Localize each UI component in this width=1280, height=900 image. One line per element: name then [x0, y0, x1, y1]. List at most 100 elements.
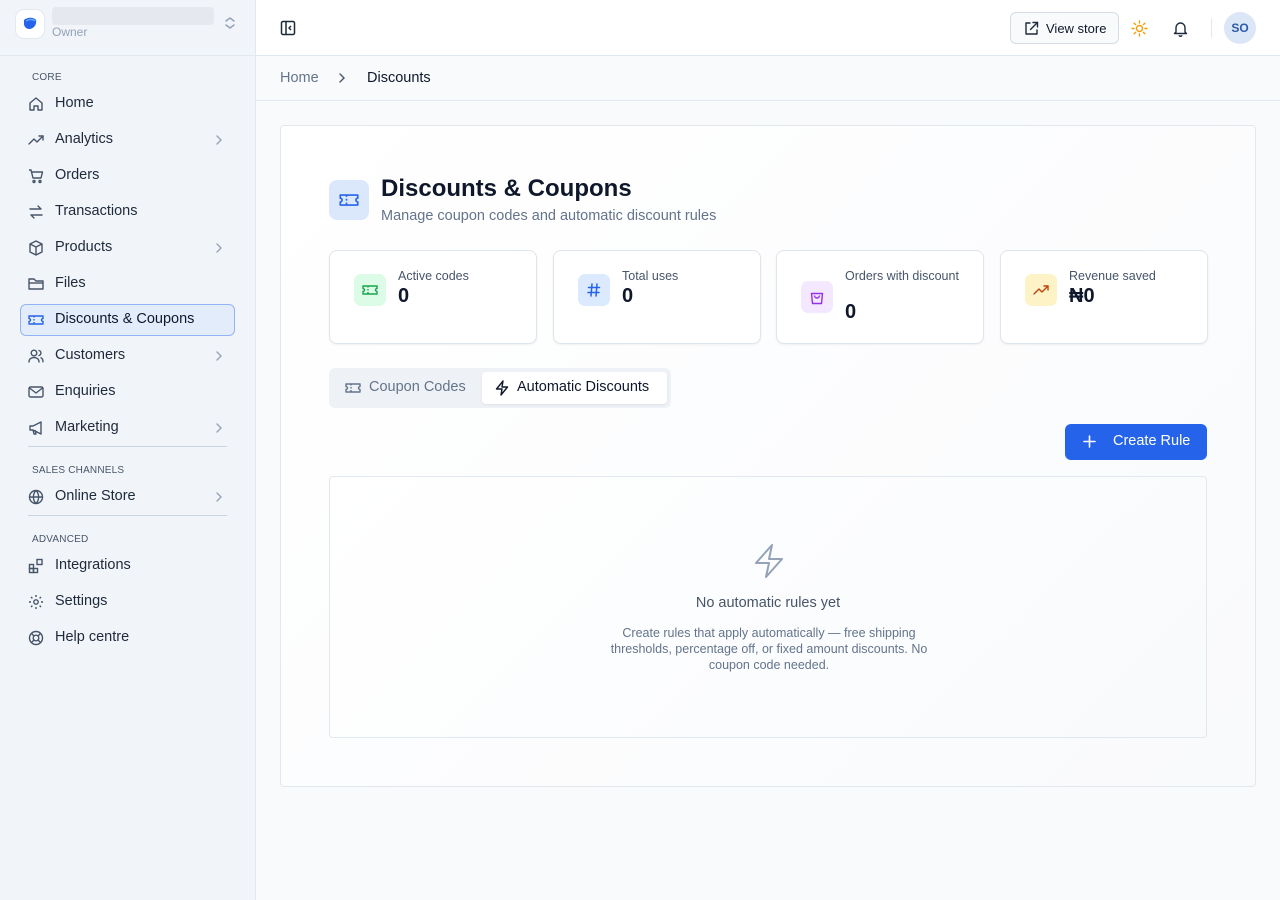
- ticket-icon: [354, 274, 386, 306]
- sidebar-item-label: Integrations: [55, 557, 131, 573]
- globe-icon: [28, 489, 44, 505]
- transfer-icon: [28, 204, 44, 220]
- sidebar-item-label: Home: [55, 95, 94, 111]
- sidebar-item-label: Orders: [55, 167, 100, 183]
- sidebar-item-label: Enquiries: [55, 383, 116, 399]
- store-role: Owner: [52, 25, 88, 39]
- bell-icon[interactable]: [1172, 20, 1189, 37]
- stat-label: Revenue saved: [1069, 269, 1156, 283]
- hash-icon: [578, 274, 610, 306]
- topbar-divider: [1211, 18, 1212, 38]
- users-icon: [28, 348, 44, 364]
- trending-up-icon: [1025, 274, 1057, 306]
- tab-coupon-codes[interactable]: Coupon Codes: [333, 372, 481, 404]
- stat-label: Total uses: [622, 269, 679, 283]
- sidebar-item-integrations[interactable]: Integrations: [20, 550, 235, 582]
- sidebar-item-orders[interactable]: Orders: [20, 160, 235, 192]
- breadcrumb: Home Discounts: [256, 56, 1280, 101]
- chevron-right-icon: [213, 422, 225, 434]
- sidebar: Owner CORE Home Analytics Orders Transac…: [0, 0, 256, 900]
- trending-up-icon: [28, 132, 44, 148]
- sidebar-item-files[interactable]: Files: [20, 268, 235, 300]
- sidebar-toggle-icon[interactable]: [280, 20, 296, 36]
- sidebar-item-customers[interactable]: Customers: [20, 340, 235, 372]
- chevron-right-icon: [213, 491, 225, 503]
- sidebar-item-label: Marketing: [55, 419, 119, 435]
- section-label-sales-channels: SALES CHANNELS: [32, 465, 125, 476]
- folder-icon: [28, 276, 44, 292]
- stat-label: Orders with discount: [845, 269, 959, 283]
- create-rule-label: Create Rule: [1113, 433, 1191, 449]
- plus-icon: [1082, 434, 1097, 449]
- chevron-right-icon: [336, 72, 348, 84]
- sidebar-item-home[interactable]: Home: [20, 88, 235, 120]
- sidebar-item-label: Help centre: [55, 629, 130, 645]
- sidebar-item-enquiries[interactable]: Enquiries: [20, 376, 235, 408]
- shopping-bag-icon: [801, 281, 833, 313]
- tab-label: Automatic Discounts: [517, 379, 650, 395]
- sidebar-item-help-centre[interactable]: Help centre: [20, 622, 235, 654]
- store-switcher[interactable]: Owner: [0, 0, 255, 56]
- ticket-icon: [28, 312, 44, 328]
- stat-card-active-codes: Active codes 0: [329, 250, 537, 344]
- chevron-right-icon: [213, 350, 225, 362]
- mail-icon: [28, 384, 44, 400]
- empty-state-title: No automatic rules yet: [695, 595, 841, 611]
- ticket-icon: [329, 180, 369, 220]
- zap-icon: [751, 543, 787, 579]
- sun-icon[interactable]: [1131, 20, 1148, 37]
- stat-card-revenue-saved: Revenue saved ₦0: [1000, 250, 1208, 344]
- page-subtitle: Manage coupon codes and automatic discou…: [381, 208, 717, 224]
- view-store-button[interactable]: View store: [1010, 12, 1119, 44]
- sidebar-item-label: Online Store: [55, 488, 136, 504]
- sidebar-item-label: Analytics: [55, 131, 114, 147]
- sidebar-item-marketing[interactable]: Marketing: [20, 412, 235, 444]
- stat-card-orders-with-discount: Orders with discount 0: [776, 250, 984, 344]
- sidebar-item-transactions[interactable]: Transactions: [20, 196, 235, 228]
- stat-value: 0: [398, 285, 410, 307]
- create-rule-button[interactable]: Create Rule: [1065, 424, 1207, 460]
- sidebar-divider: [28, 515, 227, 516]
- home-icon: [28, 96, 44, 112]
- sidebar-item-products[interactable]: Products: [20, 232, 235, 264]
- view-store-label: View store: [1046, 21, 1107, 36]
- sidebar-item-analytics[interactable]: Analytics: [20, 124, 235, 156]
- discount-tabs: Coupon Codes Automatic Discounts: [329, 368, 671, 408]
- sidebar-item-label: Files: [55, 275, 86, 291]
- stat-label: Active codes: [398, 269, 469, 283]
- ticket-icon: [345, 380, 361, 396]
- box-icon: [28, 240, 44, 256]
- sidebar-item-settings[interactable]: Settings: [20, 586, 235, 618]
- chevron-right-icon: [213, 134, 225, 146]
- sidebar-item-label: Products: [55, 239, 113, 255]
- section-label-core: CORE: [32, 72, 62, 83]
- megaphone-icon: [28, 420, 44, 436]
- discounts-card: Discounts & Coupons Manage coupon codes …: [280, 125, 1256, 787]
- breadcrumb-current: Discounts: [367, 70, 431, 86]
- stat-value: 0: [622, 285, 634, 307]
- topbar: View store SO: [256, 0, 1280, 56]
- empty-state: No automatic rules yet Create rules that…: [329, 476, 1207, 738]
- sidebar-item-online-store[interactable]: Online Store: [20, 481, 235, 513]
- tab-automatic-discounts[interactable]: Automatic Discounts: [482, 372, 667, 404]
- empty-state-description: Create rules that apply automatically — …: [610, 626, 928, 672]
- section-label-advanced: ADVANCED: [32, 534, 89, 545]
- sidebar-item-label: Settings: [55, 593, 108, 609]
- zap-icon: [494, 380, 510, 396]
- gear-icon: [28, 594, 44, 610]
- external-link-icon: [1024, 21, 1039, 36]
- chevron-right-icon: [213, 242, 225, 254]
- lifebuoy-icon: [28, 630, 44, 646]
- store-logo-icon: [16, 10, 44, 38]
- sidebar-item-label: Customers: [55, 347, 126, 363]
- stat-card-total-uses: Total uses 0: [553, 250, 761, 344]
- avatar[interactable]: SO: [1224, 12, 1256, 44]
- sidebar-item-discounts[interactable]: Discounts & Coupons: [20, 304, 235, 336]
- sidebar-item-label: Discounts & Coupons: [55, 311, 195, 327]
- blocks-icon: [28, 558, 44, 574]
- cart-icon: [28, 168, 44, 184]
- chevrons-up-down-icon: [223, 15, 237, 31]
- sidebar-item-label: Transactions: [55, 203, 138, 219]
- stat-value: 0: [845, 301, 857, 323]
- breadcrumb-home-link[interactable]: Home: [280, 70, 319, 86]
